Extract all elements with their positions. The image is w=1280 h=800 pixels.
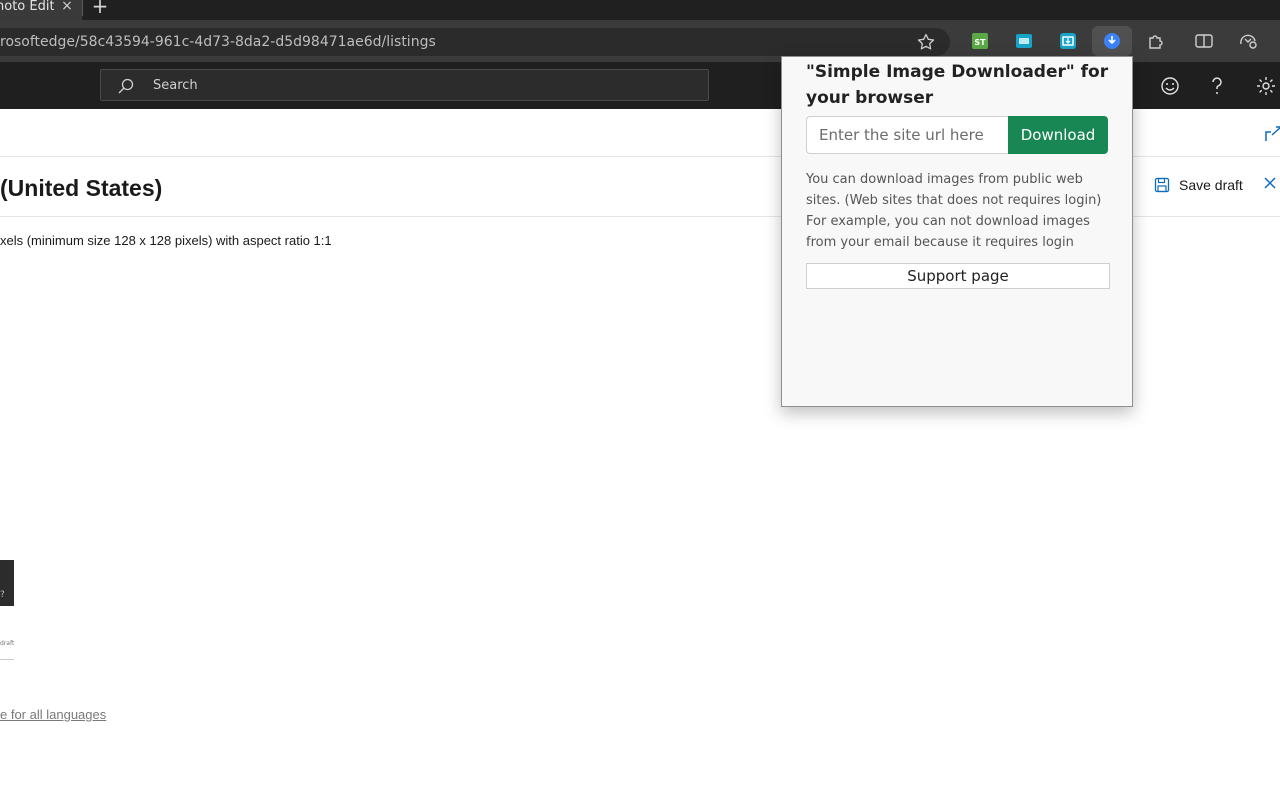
page-title: (United States) <box>0 175 163 201</box>
extensions-puzzle-icon[interactable] <box>1145 30 1167 52</box>
split-screen-icon[interactable] <box>1193 30 1215 52</box>
new-tab-icon[interactable]: + <box>90 0 110 16</box>
tab-separator <box>82 0 83 16</box>
search-icon <box>118 78 134 94</box>
save-draft-label: Save draft <box>1179 177 1243 193</box>
tab-close-icon[interactable]: × <box>60 0 74 13</box>
share-icon[interactable] <box>1264 123 1280 143</box>
thumbnail-question-text: ? <box>0 590 5 600</box>
search-box[interactable]: Search <box>100 69 709 101</box>
support-page-button[interactable]: Support page <box>806 263 1110 289</box>
site-url-input[interactable] <box>806 116 1010 154</box>
save-draft-button[interactable]: Save draft <box>1154 175 1243 195</box>
close-icon[interactable] <box>1262 175 1278 191</box>
popup-info-text: You can download images from public web … <box>806 172 1102 250</box>
screenshot-extension-icon[interactable] <box>1057 30 1079 52</box>
browser-tab[interactable]: hoto Edit × <box>0 0 82 20</box>
address-bar[interactable]: rosoftedge/58c43594-961c-4d73-8da2-d5d98… <box>0 28 950 56</box>
settings-gear-icon[interactable] <box>1255 75 1277 97</box>
browser-essentials-icon[interactable] <box>1237 30 1259 52</box>
help-icon[interactable] <box>1206 75 1228 97</box>
search-placeholder: Search <box>153 78 198 93</box>
feedback-smiley-icon[interactable] <box>1159 75 1181 97</box>
download-button[interactable]: Download <box>1008 116 1108 154</box>
save-icon <box>1154 177 1170 193</box>
thumbnail-draft-text: draft <box>0 640 15 647</box>
popup-title: "Simple Image Downloader" for your brows… <box>806 62 1109 108</box>
st-extension-icon[interactable]: ST <box>969 30 991 52</box>
web-capture-icon[interactable] <box>1013 30 1035 52</box>
all-languages-link[interactable]: e for all languages <box>0 707 106 722</box>
image-downloader-icon[interactable] <box>1101 30 1123 52</box>
browser-tab-strip: hoto Edit × + <box>0 0 1280 20</box>
tab-title: hoto Edit <box>0 0 54 14</box>
image-downloader-popup: "Simple Image Downloader" for your brows… <box>781 56 1133 407</box>
favorite-star-icon[interactable] <box>916 32 936 52</box>
image-requirement-text: xels (minimum size 128 x 128 pixels) wit… <box>0 233 332 248</box>
address-url: rosoftedge/58c43594-961c-4d73-8da2-d5d98… <box>0 34 436 50</box>
svg-text:ST: ST <box>974 38 986 47</box>
